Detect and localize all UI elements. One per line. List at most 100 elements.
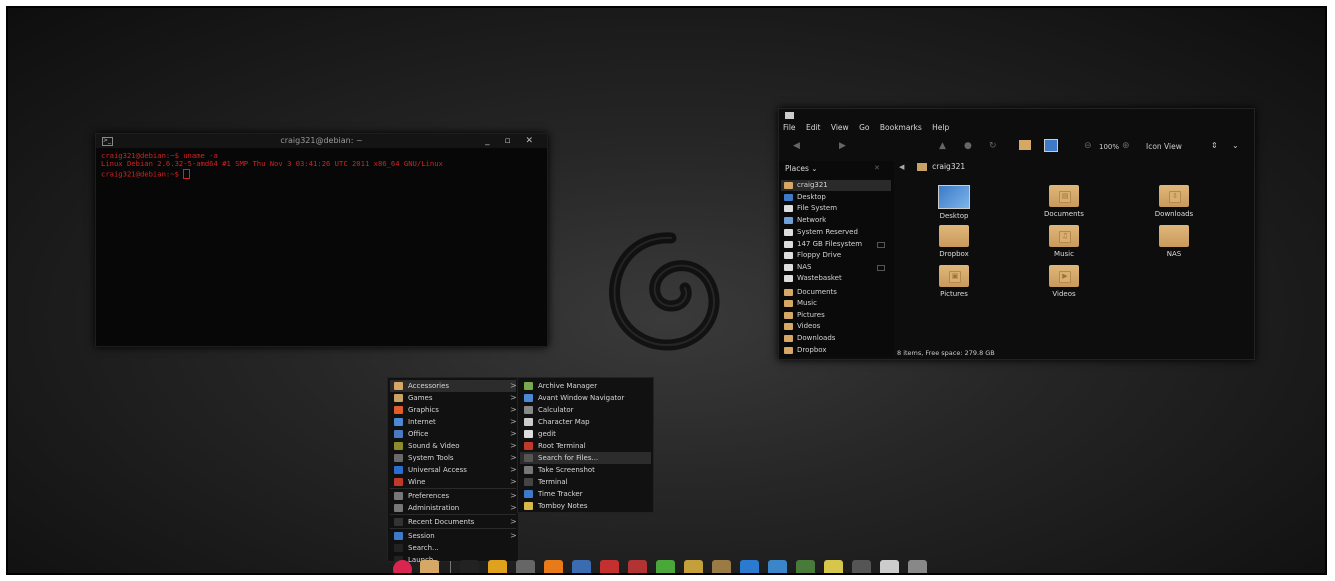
- menu-category[interactable]: System Tools >: [390, 452, 517, 464]
- file-item[interactable]: ▤ Documents: [1029, 185, 1099, 218]
- menu-category[interactable]: Sound & Video >: [390, 440, 517, 452]
- menu-category[interactable]: Internet >: [390, 416, 517, 428]
- chevron-down-icon[interactable]: ⌄: [1232, 141, 1239, 150]
- sidebar-item[interactable]: Downloads: [781, 333, 891, 344]
- forward-icon[interactable]: ▶: [839, 141, 846, 151]
- desktop[interactable]: >_ craig321@debian: ~ _ ▫ ✕ craig321@deb…: [6, 6, 1327, 575]
- sidebar-item[interactable]: Wastebasket: [781, 273, 891, 284]
- menu-help[interactable]: Help: [932, 123, 949, 132]
- menu-app-item[interactable]: Time Tracker: [520, 488, 651, 500]
- sidebar-item[interactable]: 147 GB Filesystem: [781, 239, 891, 250]
- sidebar-item[interactable]: Music: [781, 298, 891, 309]
- file-item[interactable]: ⇩ Downloads: [1139, 185, 1209, 218]
- menu-category[interactable]: Wine >: [390, 476, 517, 488]
- submenu-arrow-icon: >: [510, 453, 517, 462]
- sidebar-item[interactable]: Pictures: [781, 310, 891, 321]
- folder-icon[interactable]: [420, 560, 439, 573]
- menu-category[interactable]: Administration >: [390, 502, 517, 514]
- menu-app-item[interactable]: Calculator: [520, 404, 651, 416]
- up-icon[interactable]: ▲: [939, 141, 946, 151]
- close-sidebar-icon[interactable]: ✕: [874, 164, 880, 172]
- chrome-icon[interactable]: [488, 560, 507, 573]
- sidebar-item[interactable]: Videos: [781, 321, 891, 332]
- vlc-icon[interactable]: [544, 560, 563, 573]
- xbmc-icon[interactable]: [572, 560, 591, 573]
- terminal-output[interactable]: craig321@debian:~$ uname -a Linux Debian…: [96, 148, 547, 179]
- accessories-submenu: Archive Manager Avant Window Navigator Cal…: [517, 377, 654, 513]
- calculator-icon[interactable]: [656, 560, 675, 573]
- sidebar-item[interactable]: Dropbox: [781, 345, 891, 356]
- sidebar-item[interactable]: Documents: [781, 287, 891, 298]
- menu-category[interactable]: Office >: [390, 428, 517, 440]
- place-icon: [784, 312, 793, 319]
- path-button[interactable]: craig321: [932, 162, 965, 171]
- menu-category[interactable]: Games >: [390, 392, 517, 404]
- menu-app-item[interactable]: Root Terminal: [520, 440, 651, 452]
- file-item[interactable]: ▶ Videos: [1029, 265, 1099, 298]
- menu-app-item[interactable]: gedit: [520, 428, 651, 440]
- terminal-icon[interactable]: [460, 560, 479, 573]
- menu-edit[interactable]: Edit: [806, 123, 821, 132]
- file-item[interactable]: ▣ Pictures: [919, 265, 989, 298]
- screenshot-icon[interactable]: [600, 560, 619, 573]
- zoom-in-icon[interactable]: ⊕: [1122, 141, 1130, 151]
- menu-category[interactable]: Search...: [390, 542, 516, 554]
- menu-view[interactable]: View: [831, 123, 849, 132]
- sidebar-item[interactable]: Desktop: [781, 192, 891, 203]
- menu-go[interactable]: Go: [859, 123, 869, 132]
- notes-icon[interactable]: [824, 560, 843, 573]
- sidebar-item[interactable]: System Reserved: [781, 227, 891, 238]
- path-back-icon[interactable]: ◀: [899, 163, 904, 171]
- disk-icon[interactable]: [852, 560, 871, 573]
- menu-app-item[interactable]: Tomboy Notes: [520, 500, 651, 512]
- file-manager-window[interactable]: File Edit View Go Bookmarks Help ◀ ▶ ▲ ●…: [778, 108, 1255, 360]
- home-icon[interactable]: [1019, 140, 1031, 150]
- eject-icon[interactable]: [877, 242, 885, 248]
- file-item[interactable]: NAS: [1139, 225, 1209, 258]
- places-dropdown[interactable]: Places ⌄: [785, 164, 818, 173]
- menu-category[interactable]: Accessories >: [390, 380, 517, 392]
- system-monitor-icon[interactable]: [796, 560, 815, 573]
- menu-category[interactable]: Graphics >: [390, 404, 517, 416]
- sidebar-item[interactable]: File System: [781, 203, 891, 214]
- reload-icon[interactable]: ↻: [989, 141, 997, 151]
- archive-icon[interactable]: [880, 560, 899, 573]
- media-icon[interactable]: [628, 560, 647, 573]
- view-mode-select[interactable]: Icon View: [1146, 142, 1182, 151]
- chevron-updown-icon[interactable]: ⇕: [1211, 141, 1218, 150]
- menu-category[interactable]: Preferences >: [390, 490, 517, 502]
- file-item[interactable]: Desktop: [919, 185, 989, 220]
- stop-icon[interactable]: ●: [964, 141, 972, 151]
- menu-category[interactable]: Universal Access >: [390, 464, 517, 476]
- menu-file[interactable]: File: [783, 123, 796, 132]
- terminal-titlebar[interactable]: >_ craig321@debian: ~ _ ▫ ✕: [96, 134, 547, 148]
- menu-app-item[interactable]: Archive Manager: [520, 380, 651, 392]
- menu-category[interactable]: Recent Documents >: [390, 516, 517, 528]
- debian-icon[interactable]: [393, 560, 412, 573]
- sidebar-item[interactable]: NAS: [781, 262, 891, 273]
- disk-utility-icon[interactable]: [516, 560, 535, 573]
- file-item[interactable]: Dropbox: [919, 225, 989, 258]
- menu-app-item[interactable]: Search for Files...: [520, 452, 651, 464]
- sidebar-item[interactable]: craig321: [781, 180, 891, 191]
- menu-app-item[interactable]: Terminal: [520, 476, 651, 488]
- menu-bookmarks[interactable]: Bookmarks: [880, 123, 922, 132]
- trash-icon[interactable]: [908, 560, 927, 573]
- terminal-window[interactable]: >_ craig321@debian: ~ _ ▫ ✕ craig321@deb…: [95, 133, 548, 347]
- computer-icon[interactable]: [1044, 139, 1058, 152]
- menu-category[interactable]: Session >: [390, 530, 517, 542]
- blender-icon[interactable]: [740, 560, 759, 573]
- text-editor-icon[interactable]: [712, 560, 731, 573]
- eject-icon[interactable]: [877, 265, 885, 271]
- menu-app-item[interactable]: Character Map: [520, 416, 651, 428]
- sidebar-item[interactable]: Floppy Drive: [781, 250, 891, 261]
- zoom-out-icon[interactable]: ⊖: [1084, 141, 1092, 151]
- sidebar-item[interactable]: Network: [781, 215, 891, 226]
- monitor-icon[interactable]: [768, 560, 787, 573]
- menu-app-item[interactable]: Take Screenshot: [520, 464, 651, 476]
- menu-app-item[interactable]: Avant Window Navigator: [520, 392, 651, 404]
- back-icon[interactable]: ◀: [793, 141, 800, 151]
- window-controls[interactable]: _ ▫ ✕: [485, 134, 539, 148]
- file-item[interactable]: ♫ Music: [1029, 225, 1099, 258]
- image-editor-icon[interactable]: [684, 560, 703, 573]
